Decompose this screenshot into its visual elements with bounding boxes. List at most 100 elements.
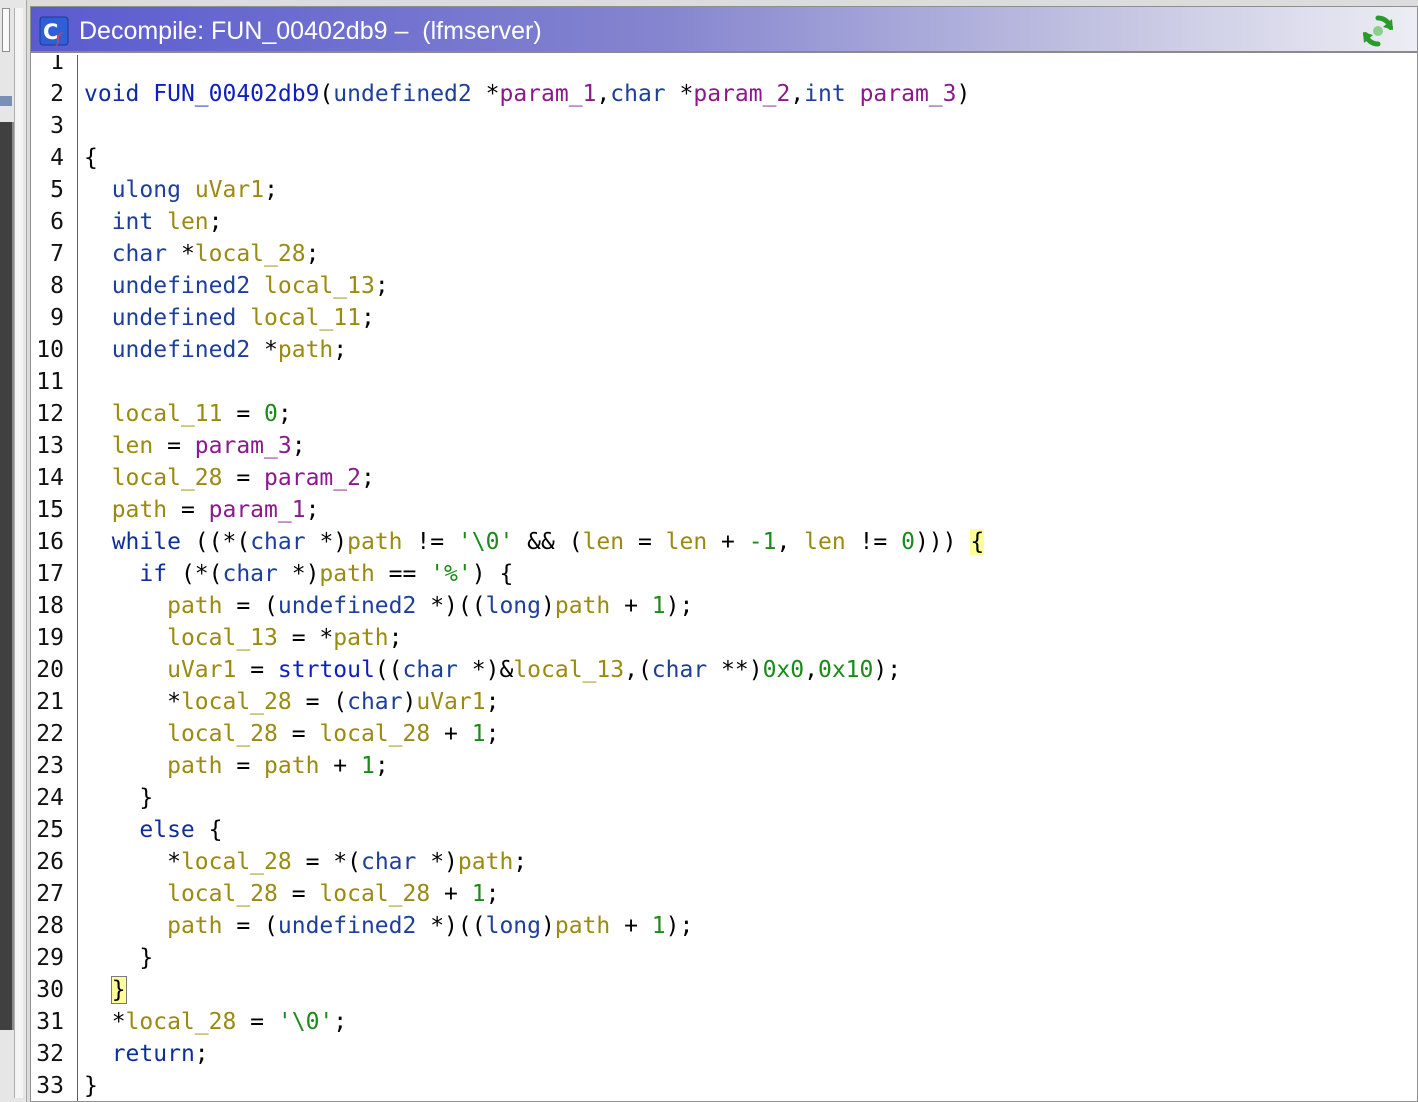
code-token[interactable]: != [403,529,458,555]
code-token[interactable]: param_1 [209,497,306,523]
code-text[interactable]: } [84,974,127,1006]
code-token[interactable]: + [430,721,472,747]
code-token[interactable]: local_28 [195,241,306,267]
code-token[interactable]: ) [541,913,555,939]
code-token[interactable]: * [472,81,500,107]
code-text[interactable]: undefined2 local_13; [84,270,389,302]
code-token[interactable]: + [319,753,361,779]
code-token[interactable]: ; [195,1041,209,1067]
code-token[interactable]: char [250,529,305,555]
code-token[interactable]: ; [333,1009,347,1035]
code-token[interactable]: = [236,1009,278,1035]
code-token[interactable]: ; [486,721,500,747]
code-token[interactable]: ; [292,433,306,459]
code-token[interactable]: -1 [749,529,777,555]
code-text[interactable]: *local_28 = '\0'; [84,1006,347,1038]
code-token[interactable]: int [804,81,846,107]
code-token[interactable]: local_28 [181,849,292,875]
code-token[interactable]: = [278,721,320,747]
code-token[interactable]: path [555,913,610,939]
code-token[interactable]: local_28 [181,689,292,715]
code-token[interactable]: } [84,945,153,971]
code-text[interactable]: void FUN_00402db9(undefined2 *param_1,ch… [84,78,970,110]
adjacent-panel-scrollbar[interactable] [0,122,14,1030]
code-text[interactable]: } [84,1070,98,1101]
code-token[interactable]: , [596,81,610,107]
code-token[interactable]: path [167,753,222,779]
code-token[interactable] [84,913,167,939]
code-token[interactable]: = ( [222,593,278,619]
code-token[interactable]: path [319,561,374,587]
code-token[interactable]: '%' [430,561,472,587]
code-token[interactable]: void [84,81,139,107]
code-token[interactable]: + [707,529,749,555]
code-token[interactable] [957,529,971,555]
code-text[interactable]: } [84,942,153,974]
code-token[interactable]: param_3 [195,433,292,459]
code-token[interactable]: = ( [292,689,348,715]
code-token[interactable]: undefined2 [112,337,250,363]
code-token[interactable]: path [333,625,388,651]
code-token[interactable] [84,817,139,843]
code-token[interactable]: char [403,657,458,683]
code-token[interactable]: , [790,81,804,107]
code-token[interactable]: uVar1 [195,177,264,203]
code-token[interactable] [181,177,195,203]
code-text[interactable]: uVar1 = strtoul((char *)&local_13,(char … [84,654,901,686]
code-token[interactable]: uVar1 [416,689,485,715]
code-text[interactable]: } [84,782,153,814]
code-token[interactable] [84,593,167,619]
code-token[interactable]: char [610,81,665,107]
code-token[interactable]: ) [403,689,417,715]
code-token[interactable]: local_13 [167,625,278,651]
code-token[interactable]: local_11 [112,401,223,427]
code-token[interactable]: path [264,753,319,779]
code-token[interactable]: ; [486,881,500,907]
code-token[interactable]: local_28 [167,881,278,907]
code-token[interactable]: while [112,529,181,555]
code-token[interactable]: + [610,913,652,939]
code-token[interactable]: = [278,881,320,907]
code-token[interactable]: != [846,529,901,555]
code-token[interactable]: ; [375,753,389,779]
decompiler-titlebar[interactable]: C f Decompile: FUN_00402db9 – (lfmserver… [31,7,1417,53]
code-token[interactable]: ((*( [181,529,250,555]
code-text[interactable]: undefined local_11; [84,302,375,334]
code-token[interactable] [84,401,112,427]
code-token[interactable]: = [167,497,209,523]
code-token[interactable]: path [167,913,222,939]
code-token[interactable] [84,177,112,203]
code-token[interactable]: *) [416,849,458,875]
code-token[interactable]: local_11 [250,305,361,331]
code-token[interactable]: { [84,145,98,171]
code-token[interactable]: 1 [361,753,375,779]
code-token[interactable]: * [250,337,278,363]
code-token[interactable]: { [970,529,985,555]
code-token[interactable]: * [167,241,195,267]
code-token[interactable]: '\0' [278,1009,333,1035]
adjacent-panel-tab[interactable] [2,8,10,52]
code-token[interactable]: if [139,561,167,587]
code-token[interactable]: undefined2 [278,913,416,939]
code-token[interactable]: + [430,881,472,907]
code-token[interactable]: param_2 [693,81,790,107]
code-token[interactable]: ); [873,657,901,683]
code-token[interactable]: param_3 [860,81,957,107]
code-token[interactable]: ; [333,337,347,363]
code-token[interactable]: * [84,1009,126,1035]
code-token[interactable]: 0 [901,529,915,555]
code-token[interactable]: } [84,785,153,811]
code-token[interactable]: = [222,465,264,491]
code-token[interactable] [84,273,112,299]
code-token[interactable]: ))) [915,529,957,555]
code-text[interactable]: path = path + 1; [84,750,389,782]
code-text[interactable]: len = param_3; [84,430,306,462]
code-text[interactable]: if (*(char *)path == '%') { [84,558,513,590]
code-text[interactable]: local_11 = 0; [84,398,292,430]
code-token[interactable] [84,753,167,779]
code-token[interactable]: ; [389,625,403,651]
code-token[interactable]: * [84,849,181,875]
code-token[interactable]: ; [375,273,389,299]
code-token[interactable]: + [610,593,652,619]
code-token[interactable]: ; [209,209,223,235]
